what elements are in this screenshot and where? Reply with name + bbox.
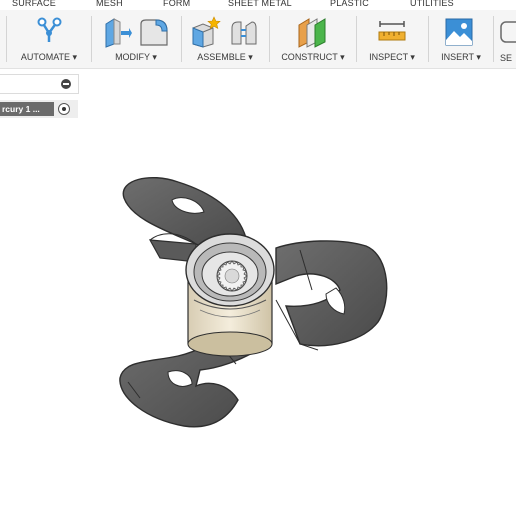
automate-icon[interactable] [34,16,64,46]
fillet-icon[interactable] [138,16,170,48]
select-group: SE [497,10,516,68]
inspect-group: INSPECT ▾ [361,10,423,68]
assemble-menu[interactable]: ASSEMBLE ▾ [185,52,265,63]
toolbar-separator [356,16,357,62]
construct-group: CONSTRUCT ▾ [274,10,352,68]
toolbar-separator [428,16,429,62]
insert-group: INSERT ▾ [433,10,489,68]
toolbar-separator [6,16,7,62]
modify-menu[interactable]: MODIFY ▾ [96,52,176,63]
toolbar-separator [91,16,92,62]
select-icon[interactable] [499,20,516,44]
new-component-icon[interactable] [189,16,221,48]
offset-plane-icon[interactable] [296,16,328,48]
toolbar-separator [269,16,270,62]
toolbar: AUTOMATE ▾ MODIFY ▾ ASSEMBLE ▾ CONSTRUCT… [0,10,516,69]
propeller-model[interactable] [119,176,388,428]
workspace-tabs: SURFACE MESH FORM SHEET METAL PLASTIC UT… [0,0,516,10]
press-pull-icon[interactable] [102,16,132,48]
automate-group: AUTOMATE ▾ [14,10,84,68]
splined-bore [216,260,248,292]
tab-mesh[interactable]: MESH [96,0,123,8]
tab-form[interactable]: FORM [163,0,190,8]
select-menu[interactable]: SE [500,53,516,63]
tab-utilities[interactable]: UTILITIES [410,0,454,8]
insert-menu[interactable]: INSERT ▾ [433,52,489,63]
assemble-group: ASSEMBLE ▾ [185,10,265,68]
toolbar-separator [493,16,494,62]
toolbar-separator [181,16,182,62]
browser-header [0,74,79,94]
activate-radio-icon[interactable] [58,103,70,115]
tab-surface[interactable]: SURFACE [12,0,56,8]
tab-plastic[interactable]: PLASTIC [330,0,369,8]
insert-image-icon[interactable] [445,18,473,46]
measure-icon[interactable] [377,20,407,44]
joint-icon[interactable] [229,18,259,46]
construct-menu[interactable]: CONSTRUCT ▾ [274,52,352,63]
inspect-menu[interactable]: INSPECT ▾ [361,52,423,63]
collapse-icon[interactable] [61,79,71,89]
component-name[interactable]: rcury 1 ... [0,102,54,116]
modify-group: MODIFY ▾ [96,10,176,68]
canvas-viewport[interactable] [0,120,516,516]
automate-menu[interactable]: AUTOMATE ▾ [14,52,84,63]
browser-component-row[interactable]: rcury 1 ... [0,100,78,118]
tab-sheet-metal[interactable]: SHEET METAL [228,0,292,8]
